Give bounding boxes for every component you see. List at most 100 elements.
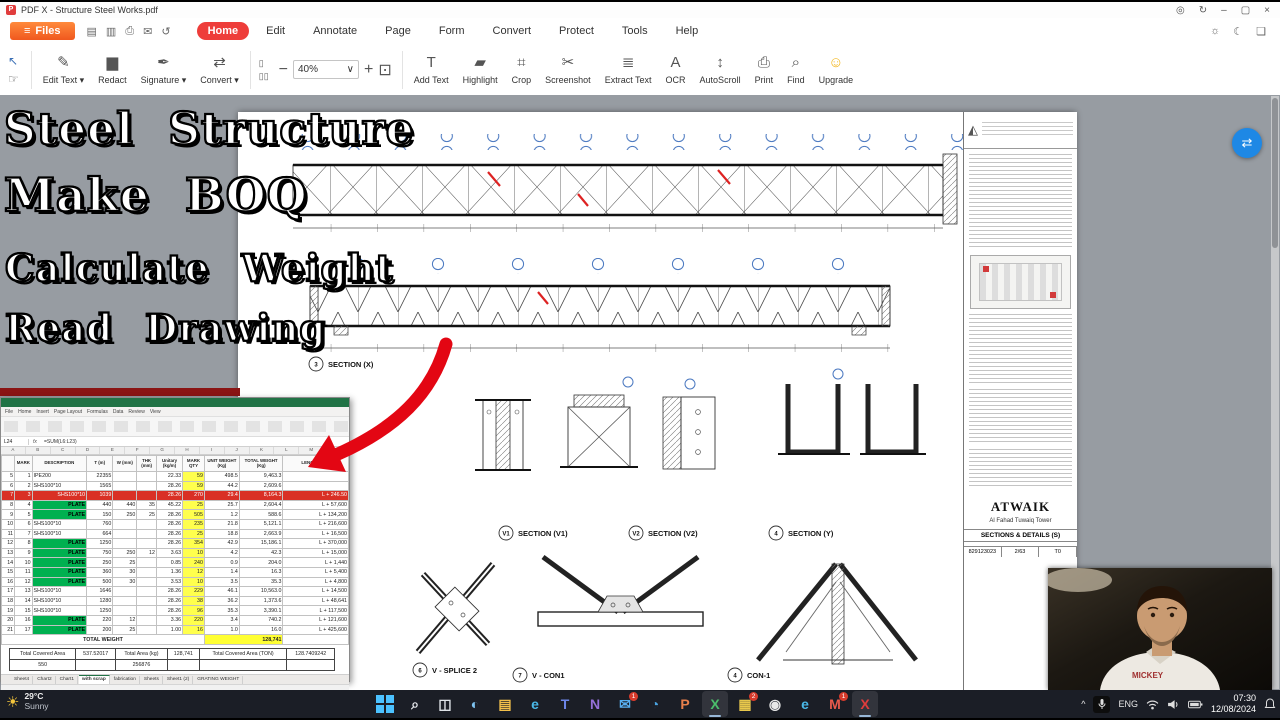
save-icon[interactable]: ▥ <box>106 25 116 38</box>
tab-help[interactable]: Help <box>665 22 710 40</box>
undo-icon[interactable]: ↺ <box>161 25 170 38</box>
mail-icon[interactable]: ✉ <box>143 25 152 38</box>
sheet-tab-with-scrap[interactable]: with scrap <box>79 675 110 685</box>
sheet-tab-chart1[interactable]: Chart1 <box>57 675 79 684</box>
zoom-in-button[interactable]: + <box>364 61 373 79</box>
taskbar-app-excel[interactable]: X <box>702 691 728 717</box>
taskbar-app-onedrive[interactable]: ◔ <box>642 691 668 717</box>
taskbar-app-gmail[interactable]: M1 <box>822 691 848 717</box>
sheet-tab-grating-weight[interactable]: GRATING WEIGHT <box>194 675 244 684</box>
taskbar-app-teams[interactable]: T <box>552 691 578 717</box>
floating-translate-button[interactable]: ⇄ <box>1232 128 1262 158</box>
volume-icon[interactable] <box>1167 699 1180 710</box>
single-page-icon[interactable]: ▯ <box>259 58 269 69</box>
tab-convert[interactable]: Convert <box>482 22 543 40</box>
close-button[interactable]: × <box>1264 5 1270 16</box>
tab-home[interactable]: Home <box>196 22 250 40</box>
layout-icon[interactable]: ❏ <box>1256 25 1266 38</box>
fit-page-icon[interactable]: ⊡ <box>378 60 391 80</box>
excel-tab-insert[interactable]: Insert <box>36 409 49 415</box>
tool-add-text[interactable]: T Add Text <box>407 52 456 87</box>
vertical-scrollbar[interactable] <box>1271 96 1279 689</box>
taskbar-app-start[interactable] <box>372 691 398 717</box>
hand-tool-icon[interactable]: ☞ <box>8 72 19 86</box>
cell: 200 <box>86 624 114 636</box>
tab-annotate[interactable]: Annotate <box>302 22 368 40</box>
taskbar-apps: ⌕ ◫ ◐ ▤ e T N ✉ 1 ◔ P X ▦ 2 ◉ e M 1 X <box>372 691 878 717</box>
files-button[interactable]: ≡ Files <box>10 22 75 40</box>
zoom-level-select[interactable]: 40% ∨ <box>293 60 359 79</box>
facing-pages-icon[interactable]: ▯▯ <box>259 71 269 82</box>
sheet-tab-fabrication[interactable]: fabrication <box>111 675 140 684</box>
column-header: TOTAL WEIGHT (Kg) <box>238 455 284 472</box>
mic-indicator[interactable] <box>1093 695 1111 713</box>
language-switcher[interactable]: ENG <box>1118 699 1138 709</box>
tool-screenshot[interactable]: ✂ Screenshot <box>538 52 598 87</box>
select-cursor-icon[interactable]: ↖ <box>8 54 19 68</box>
excel-tab-review[interactable]: Review <box>128 409 144 415</box>
taskbar-app-app-red-x[interactable]: X <box>852 691 878 717</box>
tool-convert[interactable]: ⇄ Convert ▾ <box>193 52 246 88</box>
minimize-button[interactable]: – <box>1221 5 1227 16</box>
weather-widget[interactable]: ☀ 29°C Sunny <box>6 691 49 712</box>
tab-tools[interactable]: Tools <box>611 22 659 40</box>
cell <box>112 528 138 540</box>
excel-tab-formulas[interactable]: Formulas <box>87 409 108 415</box>
taskbar-app-edge[interactable]: e <box>522 691 548 717</box>
wifi-icon[interactable] <box>1146 699 1159 710</box>
scrollbar-thumb[interactable] <box>1272 98 1278 248</box>
tool-upgrade[interactable]: ☺ Upgrade <box>812 52 861 87</box>
taskbar-app-edge-2[interactable]: e <box>792 691 818 717</box>
notification-bell-icon[interactable] <box>1264 698 1276 710</box>
taskbar-app-file-explorer[interactable]: ▤ <box>492 691 518 717</box>
project-name: Al Fahad Tuwaiq Tower <box>989 518 1052 524</box>
open-file-icon[interactable]: ▤ <box>87 25 97 38</box>
hidden-icons-chevron[interactable]: ^ <box>1081 699 1085 709</box>
taskbar-app-onenote[interactable]: N <box>582 691 608 717</box>
sheet-tab-sheets[interactable]: Sheets <box>141 675 163 684</box>
print-quick-icon[interactable]: ⎙ <box>125 25 134 38</box>
tool-extract-text[interactable]: ≣ Extract Text <box>598 52 659 87</box>
tab-page[interactable]: Page <box>374 22 422 40</box>
sheet-tab-chart2[interactable]: Chart2 <box>34 675 56 684</box>
battery-icon[interactable] <box>1188 700 1203 709</box>
taskbar-app-power-bi[interactable]: ▦ 2 <box>732 691 758 717</box>
tool-signature[interactable]: ✒ Signature ▾ <box>134 52 194 88</box>
zoom-out-button[interactable]: − <box>279 61 288 79</box>
tool-autoscroll[interactable]: ↕ AutoScroll <box>693 52 748 87</box>
tool-ocr[interactable]: A OCR <box>659 52 693 87</box>
table-row: 16 12 PLATE 500 30 3.53 10 3.5 35.3 L + 4,800 <box>0 576 349 588</box>
refresh-icon[interactable]: ↻ <box>1199 5 1207 16</box>
tool-crop[interactable]: ⌗ Crop <box>505 52 539 87</box>
excel-tab-page-layout[interactable]: Page Layout <box>54 409 82 415</box>
excel-tab-view[interactable]: View <box>150 409 161 415</box>
taskbar-app-copilot[interactable]: ◐ <box>462 691 488 717</box>
cell: 664 <box>86 528 114 540</box>
night-mode-icon[interactable]: ☾ <box>1233 25 1243 38</box>
name-box[interactable]: L24 <box>1 438 29 445</box>
tool-highlight[interactable]: ▰ Highlight <box>456 52 505 87</box>
taskbar-app-search[interactable]: ⌕ <box>402 691 428 717</box>
sheet-tab-sheet4[interactable]: Sheet4 <box>11 675 34 684</box>
table-row: 18 14 SHS100*10 1280 28.26 38 36.2 1,373.6 L + 4… <box>0 595 349 607</box>
cell: 9 <box>14 547 33 559</box>
taskbar-app-task-view[interactable]: ◫ <box>432 691 458 717</box>
tool-redact[interactable]: ▆ Redact <box>91 52 134 88</box>
excel-tab-file[interactable]: File <box>5 409 13 415</box>
capture-icon[interactable]: ◎ <box>1176 5 1185 16</box>
excel-tab-data[interactable]: Data <box>113 409 124 415</box>
tab-edit[interactable]: Edit <box>255 22 296 40</box>
taskbar-app-powerpoint[interactable]: P <box>672 691 698 717</box>
taskbar-app-chrome[interactable]: ◉ <box>762 691 788 717</box>
tab-protect[interactable]: Protect <box>548 22 605 40</box>
taskbar-app-outlook[interactable]: ✉ 1 <box>612 691 638 717</box>
tab-form[interactable]: Form <box>428 22 476 40</box>
tool-edit-text[interactable]: ✎ Edit Text ▾ <box>36 52 91 88</box>
excel-tab-home[interactable]: Home <box>18 409 31 415</box>
tool-print[interactable]: ⎙ Print <box>748 52 781 87</box>
sheet-tab-sheet1-2-[interactable]: Sheet1 (2) <box>164 675 194 684</box>
bulb-icon[interactable]: ☼ <box>1210 25 1220 38</box>
tool-find[interactable]: ⌕ Find <box>780 52 812 87</box>
maximize-button[interactable]: ▢ <box>1241 5 1250 16</box>
clock[interactable]: 07:30 12/08/2024 <box>1211 693 1256 716</box>
